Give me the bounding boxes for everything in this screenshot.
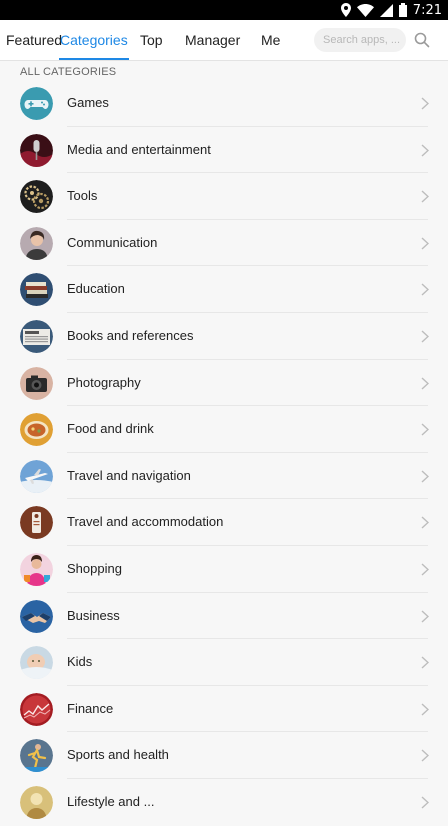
microphone-icon xyxy=(20,133,53,167)
category-list: Games Media and entertainment Tools Comm… xyxy=(0,80,448,826)
chevron-right-icon xyxy=(421,283,429,296)
clock: 7:21 xyxy=(412,2,442,18)
chart-icon xyxy=(20,692,53,726)
chevron-right-icon xyxy=(421,796,429,809)
chevron-right-icon xyxy=(421,97,429,110)
category-item-food[interactable]: Food and drink xyxy=(0,406,448,453)
category-item-kids[interactable]: Kids xyxy=(0,639,448,686)
lifestyle-icon xyxy=(20,785,53,819)
battery-icon xyxy=(398,3,407,17)
chevron-right-icon xyxy=(421,330,429,343)
chevron-right-icon xyxy=(421,703,429,716)
category-item-photography[interactable]: Photography xyxy=(0,360,448,407)
chevron-right-icon xyxy=(421,610,429,623)
category-label: Photography xyxy=(67,374,141,390)
handshake-icon xyxy=(20,599,53,633)
category-item-games[interactable]: Games xyxy=(0,80,448,127)
chevron-right-icon xyxy=(421,423,429,436)
tab-label: Me xyxy=(261,32,281,48)
category-item-business[interactable]: Business xyxy=(0,593,448,640)
shopper-icon xyxy=(20,552,53,586)
tab-featured[interactable]: Featured xyxy=(6,20,62,60)
tab-categories[interactable]: Categories xyxy=(59,20,129,60)
chevron-right-icon xyxy=(421,377,429,390)
chevron-right-icon xyxy=(421,749,429,762)
chevron-right-icon xyxy=(421,190,429,203)
tab-label: Featured xyxy=(6,32,63,48)
tab-label: Categories xyxy=(60,32,128,48)
category-label: Communication xyxy=(67,234,158,250)
gears-icon xyxy=(20,180,53,214)
location-icon xyxy=(340,3,351,17)
camera-icon xyxy=(20,366,53,400)
category-item-travel-accommodation[interactable]: Travel and accommodation xyxy=(0,499,448,546)
category-item-lifestyle[interactable]: Lifestyle and ... xyxy=(0,779,448,826)
category-label: Travel and accommodation xyxy=(67,514,224,530)
tab-label: Top xyxy=(140,32,163,48)
category-label: Tools xyxy=(67,188,98,204)
chevron-right-icon xyxy=(421,656,429,669)
signal-icon xyxy=(379,3,393,17)
category-item-communication[interactable]: Communication xyxy=(0,220,448,267)
baby-icon xyxy=(20,646,53,680)
category-label: Kids xyxy=(67,654,93,670)
chevron-right-icon xyxy=(421,237,429,250)
phone-user-icon xyxy=(20,226,53,260)
door-hanger-icon xyxy=(20,506,53,540)
category-item-tools[interactable]: Tools xyxy=(0,173,448,220)
category-label: Shopping xyxy=(67,560,122,576)
category-label: Business xyxy=(67,607,120,623)
tab-manager[interactable]: Manager xyxy=(185,20,240,60)
search-icon[interactable] xyxy=(414,32,430,48)
category-item-education[interactable]: Education xyxy=(0,266,448,313)
top-navigation: Featured Categories Top Manager Me xyxy=(0,20,448,61)
category-item-shopping[interactable]: Shopping xyxy=(0,546,448,593)
category-item-media[interactable]: Media and entertainment xyxy=(0,127,448,174)
status-bar: 7:21 xyxy=(0,0,448,20)
active-tab-indicator xyxy=(59,58,129,60)
chevron-right-icon xyxy=(421,563,429,576)
search-input[interactable] xyxy=(314,28,406,52)
food-bowl-icon xyxy=(20,413,53,447)
category-item-finance[interactable]: Finance xyxy=(0,686,448,733)
chevron-right-icon xyxy=(421,470,429,483)
newspaper-icon xyxy=(20,319,53,353)
category-label: Media and entertainment xyxy=(67,141,211,157)
tab-label: Manager xyxy=(185,32,241,48)
category-label: Sports and health xyxy=(67,747,169,763)
category-label: Games xyxy=(67,95,109,110)
category-item-sports[interactable]: Sports and health xyxy=(0,732,448,779)
books-icon xyxy=(20,273,53,307)
category-label: Education xyxy=(67,281,125,297)
runner-icon xyxy=(20,739,53,773)
airplane-icon xyxy=(20,459,53,493)
tab-me[interactable]: Me xyxy=(261,20,280,60)
category-label: Travel and navigation xyxy=(67,467,191,483)
category-label: Finance xyxy=(67,700,114,716)
gamepad-icon xyxy=(20,87,53,120)
category-label: Food and drink xyxy=(67,421,154,437)
wifi-icon xyxy=(356,3,374,17)
category-item-travel-navigation[interactable]: Travel and navigation xyxy=(0,453,448,500)
tab-top[interactable]: Top xyxy=(140,20,163,60)
chevron-right-icon xyxy=(421,516,429,529)
chevron-right-icon xyxy=(421,144,429,157)
category-label: Books and references xyxy=(67,327,194,343)
section-title: ALL CATEGORIES xyxy=(20,66,117,78)
category-label: Lifestyle and ... xyxy=(67,793,155,809)
category-item-books[interactable]: Books and references xyxy=(0,313,448,360)
